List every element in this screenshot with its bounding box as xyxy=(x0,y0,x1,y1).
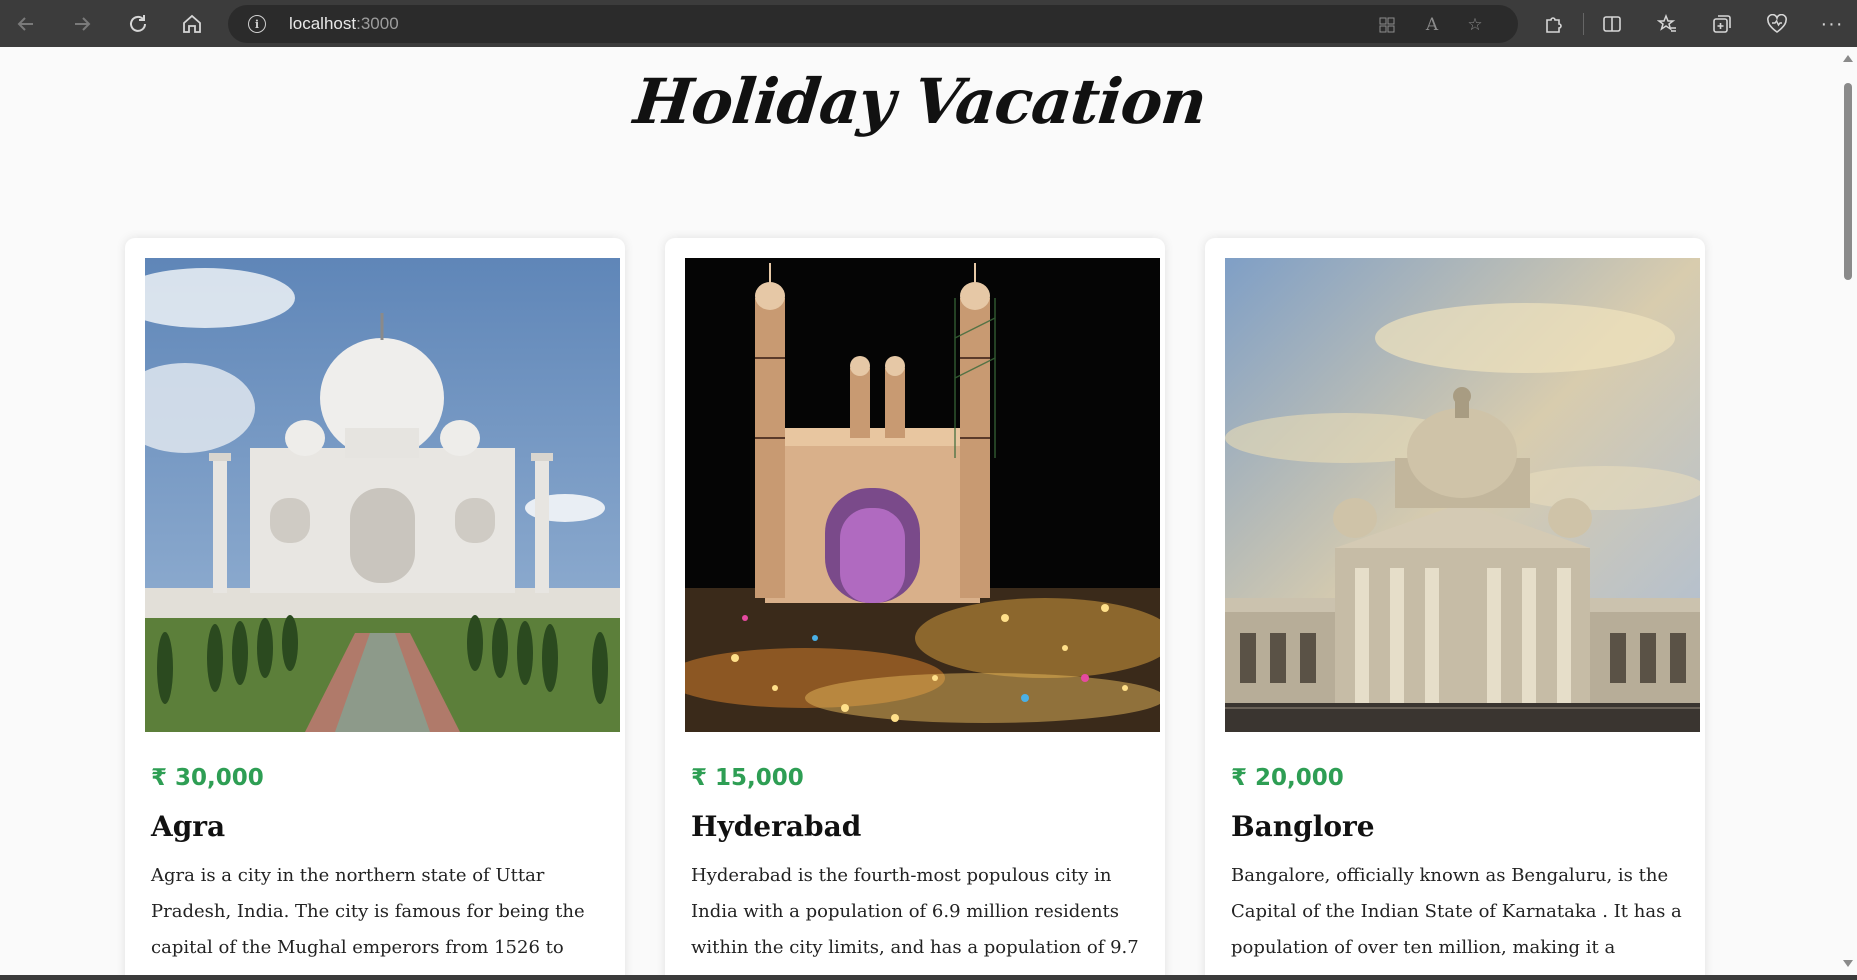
card-description: Agra is a city in the northern state of … xyxy=(151,865,585,975)
refresh-button[interactable] xyxy=(122,8,154,40)
refresh-icon xyxy=(130,15,146,32)
card-place-name: Hyderabad xyxy=(691,810,862,843)
arrow-right-icon xyxy=(75,17,91,31)
destination-photo-banglore xyxy=(1225,258,1700,732)
destination-card-agra[interactable]: ₹ 30,000 Agra Agra is a city in the nort… xyxy=(125,238,625,975)
window-bottom-edge xyxy=(0,975,1857,980)
arrow-left-icon xyxy=(17,17,33,31)
card-description: Hyderabad is the fourth-most populous ci… xyxy=(691,865,1139,975)
scroll-down-arrow-icon[interactable] xyxy=(1843,960,1853,967)
destination-card-hyderabad[interactable]: ₹ 15,000 Hyderabad Hyderabad is the four… xyxy=(665,238,1165,975)
card-price: ₹ 30,000 xyxy=(151,765,264,791)
url-text[interactable]: localhost:3000 xyxy=(289,14,399,34)
more-options-icon[interactable]: ··· xyxy=(1816,8,1848,40)
forward-button[interactable] xyxy=(66,8,98,40)
address-bar[interactable]: i localhost:3000 A ☆ xyxy=(228,5,1518,43)
page-viewport: Holiday Vacation ₹ 30,000 Agra Agra is a… xyxy=(0,47,1857,975)
card-price: ₹ 20,000 xyxy=(1231,765,1344,791)
favorites-icon[interactable] xyxy=(1651,8,1683,40)
destination-photo-agra xyxy=(145,258,620,732)
card-place-name: Agra xyxy=(151,810,226,843)
collections-icon[interactable] xyxy=(1706,8,1738,40)
card-place-name: Banglore xyxy=(1231,810,1375,843)
home-icon xyxy=(183,14,201,33)
app-available-icon[interactable] xyxy=(1376,14,1398,36)
destination-photo-hyderabad xyxy=(685,258,1160,732)
browser-toolbar: i localhost:3000 A ☆ ··· xyxy=(0,0,1857,47)
scroll-up-arrow-icon[interactable] xyxy=(1843,55,1853,62)
read-aloud-icon[interactable]: A xyxy=(1421,14,1443,36)
card-price: ₹ 15,000 xyxy=(691,765,804,791)
destination-card-banglore[interactable]: ₹ 20,000 Banglore Bangalore, officially … xyxy=(1205,238,1705,975)
page-title: Holiday Vacation xyxy=(630,65,1210,138)
toolbar-divider xyxy=(1583,13,1584,35)
back-button[interactable] xyxy=(10,8,42,40)
vertical-scrollbar[interactable] xyxy=(1840,47,1857,975)
favorite-star-icon[interactable]: ☆ xyxy=(1464,14,1486,36)
site-info-icon[interactable]: i xyxy=(248,15,266,33)
home-button[interactable] xyxy=(176,8,208,40)
url-host: localhost xyxy=(289,14,357,33)
scrollbar-thumb[interactable] xyxy=(1844,83,1852,280)
card-description: Bangalore, officially known as Bengaluru… xyxy=(1231,865,1682,958)
browser-essentials-icon[interactable] xyxy=(1761,8,1793,40)
url-port: :3000 xyxy=(356,14,399,33)
extensions-icon[interactable] xyxy=(1537,8,1569,40)
split-screen-icon[interactable] xyxy=(1596,8,1628,40)
